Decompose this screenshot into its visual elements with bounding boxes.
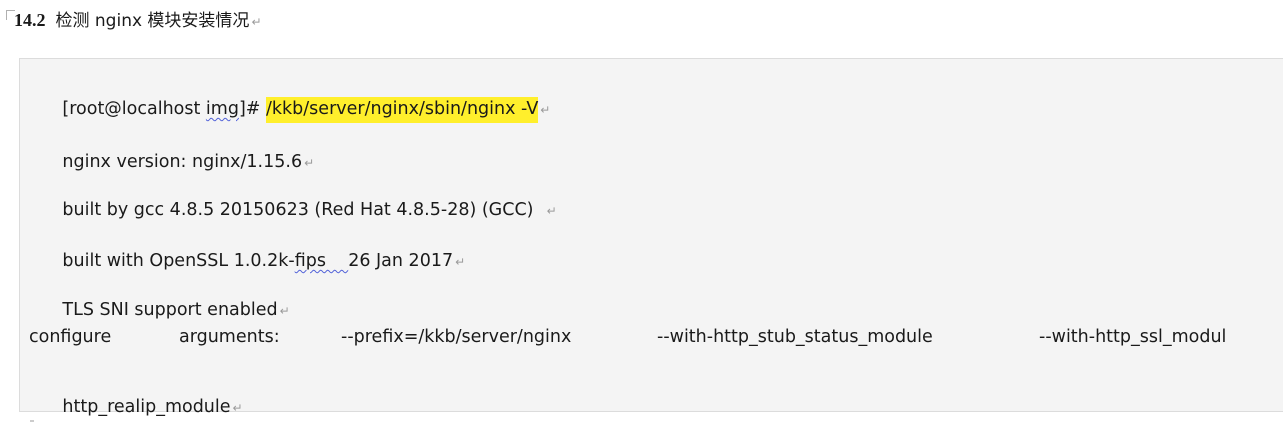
realip-line: http_realip_module ↵ (29, 377, 243, 425)
paragraph-mark-icon: ↵ (251, 15, 262, 29)
ssl-module-arg: --with-http_ssl_modul (1039, 327, 1227, 347)
section-title: 检测 nginx 模块安装情况 (55, 11, 250, 31)
section-heading: 14.2 检测 nginx 模块安装情况 ↵ (14, 6, 262, 32)
prompt-dir: img (205, 99, 239, 119)
nginx-version-text: nginx version: nginx/1.15.6 (62, 152, 303, 172)
code-block: [root@localhost img]# /kkb/server/nginx/… (19, 58, 1283, 417)
openssl-fips: fips (294, 251, 349, 271)
highlighted-command: /kkb/server/nginx/sbin/nginx -V (266, 97, 539, 123)
section-number: 14.2 (14, 10, 46, 30)
paragraph-mark-icon: ↵ (455, 255, 466, 269)
document-page: 14.2 检测 nginx 模块安装情况 ↵ [root@localhost i… (0, 0, 1283, 425)
prompt-prefix: [root@localhost (62, 99, 206, 119)
paragraph-mark-icon: ↵ (540, 103, 551, 117)
command-line: [root@localhost img]# /kkb/server/nginx/… (29, 79, 550, 139)
paragraph-mark-icon: ↵ (279, 304, 290, 318)
paragraph-mark-icon: ↵ (546, 204, 557, 218)
paragraph-mark-icon: ↵ (304, 156, 315, 170)
openssl-date: 26 Jan 2017 (348, 251, 454, 271)
openssl-prefix: built with OpenSSL 1.0.2k- (62, 251, 295, 271)
bottom-mark (30, 420, 34, 422)
arguments-word: arguments: (179, 327, 280, 347)
gcc-text: built by gcc 4.8.5 20150623 (Red Hat 4.8… (62, 200, 545, 220)
tls-text: TLS SNI support enabled (62, 300, 278, 320)
paragraph-mark-icon: ↵ (232, 401, 243, 415)
realip-text: http_realip_module (62, 397, 231, 417)
prefix-arg: --prefix=/kkb/server/nginx (341, 327, 572, 347)
configure-word: configure (29, 327, 112, 347)
stub-status-arg: --with-http_stub_status_module (657, 327, 933, 347)
prompt-suffix: ]# (238, 99, 267, 119)
